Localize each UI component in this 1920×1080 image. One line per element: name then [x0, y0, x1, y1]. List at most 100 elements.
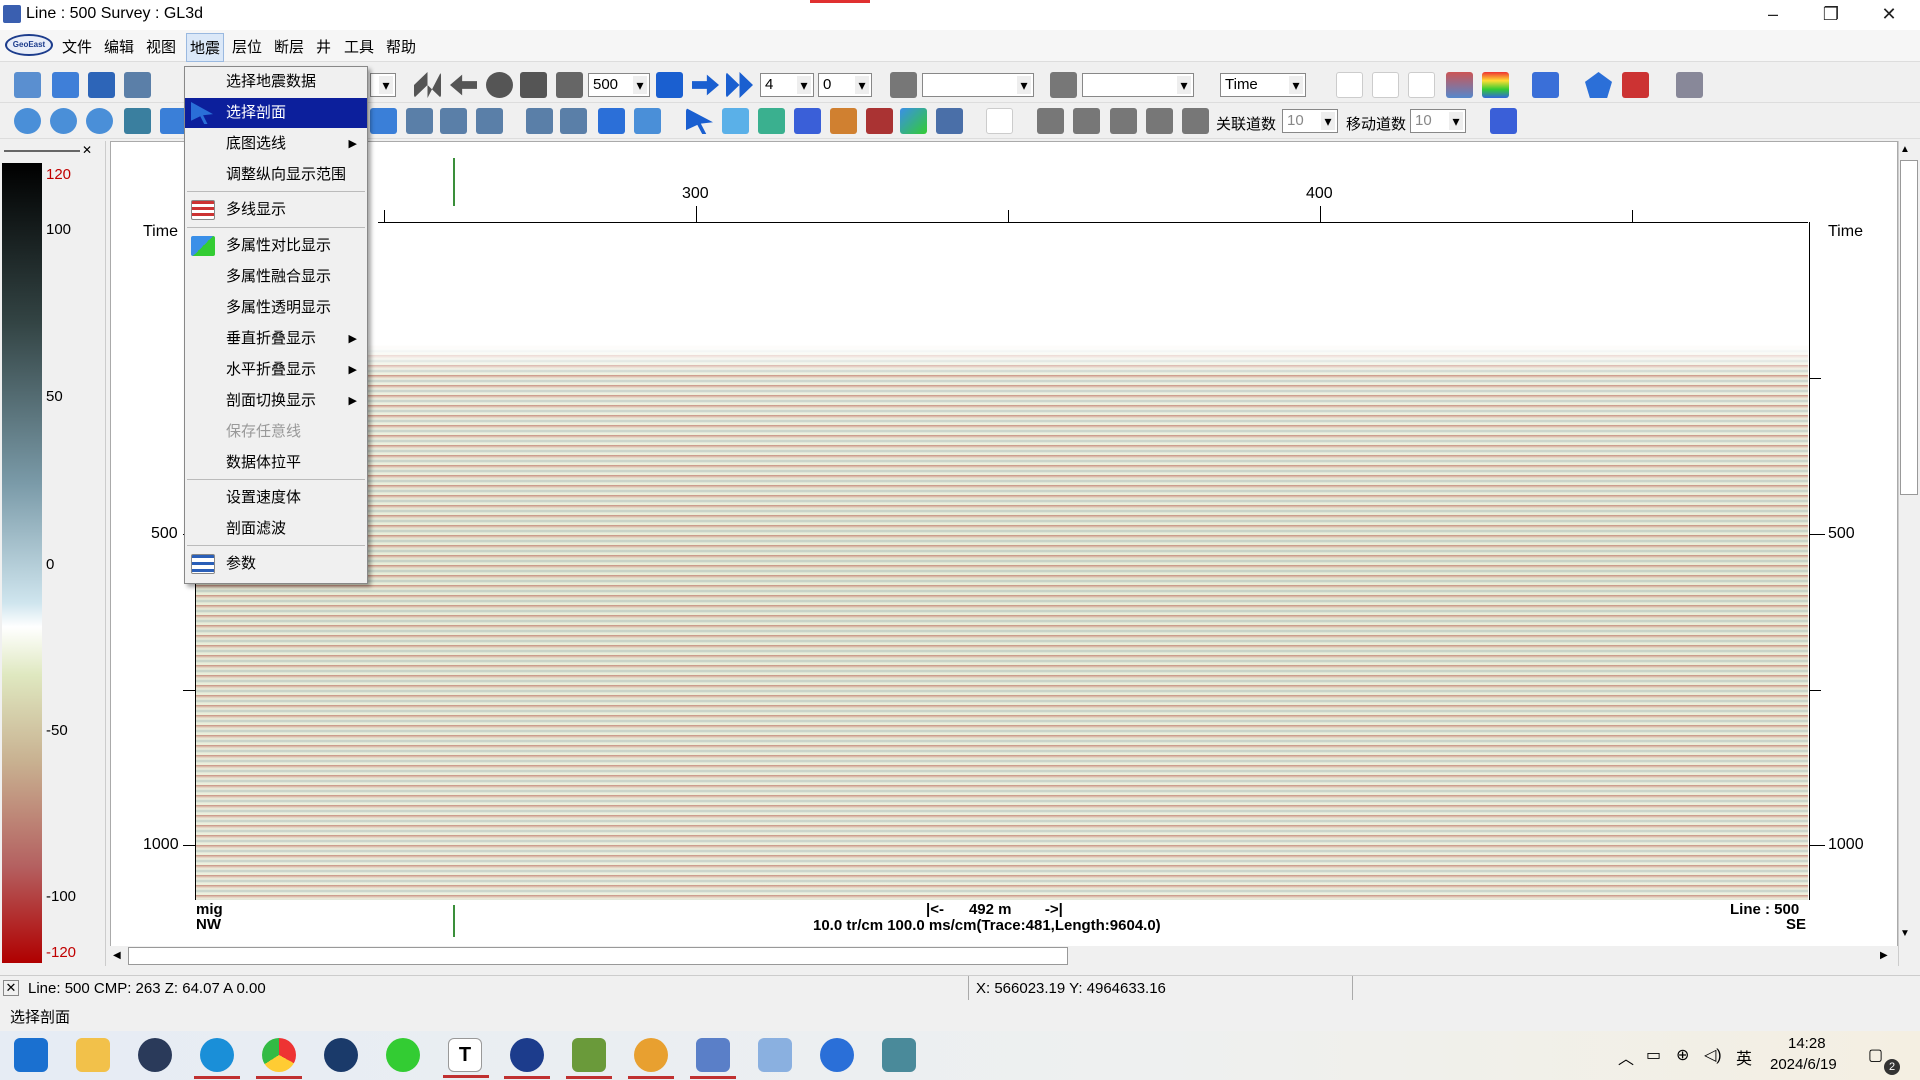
cloud-app-icon[interactable] — [628, 1038, 674, 1079]
geoeast-icon[interactable] — [504, 1038, 550, 1079]
clock-time[interactable]: 14:28 — [1788, 1035, 1826, 1052]
volume-icon[interactable]: ◁) — [1704, 1045, 1722, 1065]
params-icon[interactable] — [936, 108, 963, 134]
gray-3-icon[interactable] — [1110, 108, 1137, 134]
menu-item-multi-attr-transparent[interactable]: 多属性透明显示 — [185, 293, 367, 323]
horizontal-scroll-thumb[interactable] — [128, 947, 1068, 965]
menu-item-basemap-select-line[interactable]: 底图选线 ▶ — [185, 129, 367, 159]
steam-icon[interactable] — [324, 1038, 358, 1072]
restore-button[interactable]: ❐ — [1802, 0, 1860, 30]
delete-polygon-icon[interactable] — [1622, 72, 1649, 98]
scroll-up-icon[interactable]: ▲ — [1900, 144, 1910, 155]
vertical-line-icon[interactable] — [758, 108, 785, 134]
notification-icon[interactable]: ▢ — [1868, 1045, 1883, 1065]
menu-item-select-seismic-data[interactable]: 选择地震数据 — [185, 67, 367, 97]
menu-help[interactable]: 帮助 — [386, 36, 416, 57]
cube-icon[interactable] — [1676, 72, 1703, 98]
spectrum-icon[interactable] — [986, 108, 1013, 134]
home-icon[interactable] — [520, 72, 547, 98]
menu-item-adjust-vertical-range[interactable]: 调整纵向显示范围 — [185, 160, 367, 190]
wechat-icon[interactable] — [386, 1038, 420, 1072]
vertical-scroll-thumb[interactable] — [1900, 160, 1918, 495]
menu-seismic[interactable]: 地震 — [186, 33, 225, 62]
edit2-icon[interactable] — [634, 108, 661, 134]
menu-edit[interactable]: 编辑 — [104, 36, 134, 57]
map-app-icon[interactable] — [566, 1038, 612, 1079]
minimize-button[interactable]: – — [1744, 0, 1802, 30]
prev-icon[interactable] — [450, 74, 477, 96]
gray-5-icon[interactable] — [1182, 108, 1209, 134]
menu-item-flatten-volume[interactable]: 数据体拉平 — [185, 448, 367, 478]
menu-tools[interactable]: 工具 — [344, 36, 374, 57]
horizontal-line-icon[interactable] — [722, 108, 749, 134]
select-arrow-icon[interactable] — [686, 108, 713, 134]
menu-horizon[interactable]: 层位 — [232, 36, 262, 57]
colormap-icon[interactable] — [1482, 72, 1509, 98]
zoom-fit-icon[interactable] — [86, 108, 113, 134]
stop-icon[interactable] — [486, 72, 513, 98]
colormap-select[interactable] — [922, 73, 1034, 97]
density-icon[interactable] — [1446, 72, 1473, 98]
menu-well[interactable]: 井 — [316, 36, 331, 57]
wave-icon[interactable] — [794, 108, 821, 134]
fullscreen-icon[interactable] — [160, 108, 187, 134]
wiggle-icon[interactable] — [1336, 72, 1363, 98]
menu-item-parameters[interactable]: 参数 — [185, 549, 367, 579]
status-close-icon[interactable]: ✕ — [3, 980, 19, 996]
tray-chevron-icon[interactable]: ︿ — [1618, 1045, 1634, 1069]
gray-2-icon[interactable] — [1073, 108, 1100, 134]
next-icon[interactable] — [692, 74, 719, 96]
menu-item-select-section[interactable]: 选择剖面 — [185, 98, 367, 128]
menu-item-multi-attr-compare[interactable]: 多属性对比显示 — [185, 231, 367, 261]
gray-1-icon[interactable] — [1037, 108, 1064, 134]
offset-select[interactable]: 0 — [818, 73, 872, 97]
pause-icon[interactable] — [656, 72, 683, 98]
dataset-select[interactable] — [370, 73, 396, 97]
pick2-icon[interactable] — [560, 108, 587, 134]
move-traces-select[interactable]: 10 — [1410, 109, 1466, 133]
first-icon[interactable] — [414, 72, 441, 98]
menu-item-multi-attr-fusion[interactable]: 多属性融合显示 — [185, 262, 367, 292]
film-icon[interactable] — [556, 72, 583, 98]
multi-wave-icon[interactable] — [1490, 108, 1517, 134]
menu-item-section-filter[interactable]: 剖面滤波 — [185, 514, 367, 544]
gis-app-icon[interactable] — [758, 1038, 792, 1072]
menu-item-multi-line-display[interactable]: 多线显示 — [185, 195, 367, 225]
variable-area-icon[interactable] — [1408, 72, 1435, 98]
domain-select[interactable]: Time — [1220, 73, 1306, 97]
menu-item-section-switch[interactable]: 剖面切换显示 ▶ — [185, 386, 367, 416]
zoom-in-icon[interactable] — [14, 108, 41, 134]
clock-date[interactable]: 2024/6/19 — [1770, 1056, 1837, 1073]
grid-icon[interactable] — [900, 108, 927, 134]
polygon-icon[interactable] — [1585, 72, 1612, 98]
edge-icon[interactable] — [194, 1038, 240, 1079]
seismic-image[interactable] — [196, 345, 1808, 900]
chrome-icon[interactable] — [256, 1038, 302, 1079]
scroll-right-icon[interactable]: ▶ — [1880, 950, 1888, 961]
scroll-down-icon[interactable]: ▼ — [1900, 928, 1910, 939]
lock-icon[interactable] — [830, 108, 857, 134]
view-3d-icon[interactable] — [370, 108, 397, 134]
menu-view[interactable]: 视图 — [146, 36, 176, 57]
fast-forward-icon[interactable] — [726, 72, 753, 98]
print-icon[interactable] — [124, 72, 151, 98]
attribute-select[interactable] — [1082, 73, 1194, 97]
menu-file[interactable]: 文件 — [62, 36, 92, 57]
cat-app-icon[interactable] — [138, 1038, 172, 1072]
color-swatch-icon[interactable] — [890, 72, 917, 98]
wiggle-fill-icon[interactable] — [1372, 72, 1399, 98]
network-icon[interactable]: ⊕ — [1676, 1045, 1689, 1065]
gl3d-icon[interactable] — [690, 1038, 736, 1079]
window-app-icon[interactable] — [882, 1038, 916, 1072]
view-split-icon[interactable] — [476, 108, 503, 134]
line-number-select[interactable]: 500 — [588, 73, 650, 97]
zoom-out-icon[interactable] — [50, 108, 77, 134]
new-icon[interactable] — [14, 72, 41, 98]
menu-item-horizontal-fold[interactable]: 水平折叠显示 ▶ — [185, 355, 367, 385]
ime-indicator[interactable]: 英 — [1736, 1045, 1752, 1069]
zoom-window-icon[interactable] — [124, 108, 151, 134]
close-panel-icon[interactable]: ✕ — [82, 143, 92, 157]
gray-4-icon[interactable] — [1146, 108, 1173, 134]
color-swatch-2-icon[interactable] — [1050, 72, 1077, 98]
browser-app-icon[interactable] — [820, 1038, 854, 1072]
